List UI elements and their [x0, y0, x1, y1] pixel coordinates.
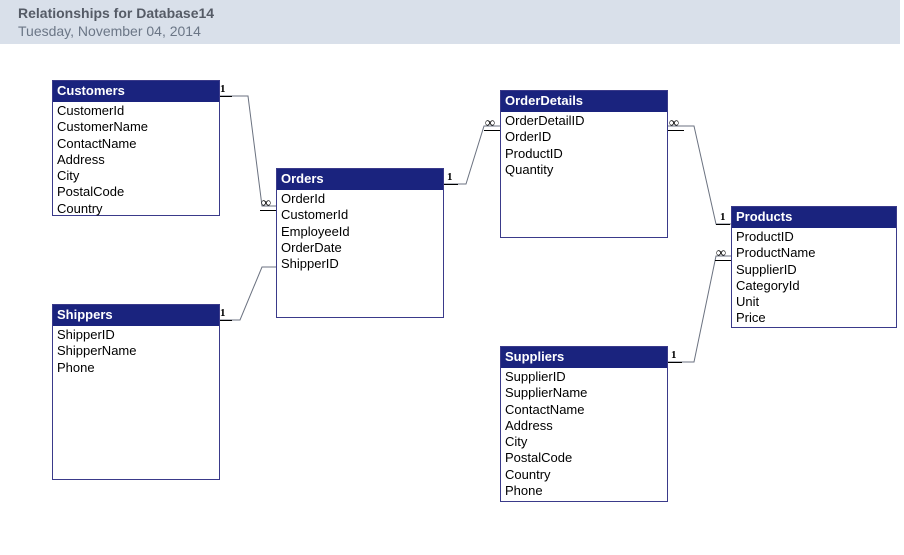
cardinality-many: ∞: [485, 117, 495, 131]
cardinality-one: 1: [447, 172, 453, 183]
page-title: Relationships for Database14: [18, 4, 894, 22]
field-name: EmployeeId: [281, 224, 439, 240]
cardinality-underline: [715, 260, 731, 261]
cardinality-many: ∞: [261, 197, 271, 211]
table-title: Suppliers: [501, 347, 667, 368]
field-name: CustomerId: [57, 103, 215, 119]
table-fields: CustomerId CustomerName ContactName Addr…: [53, 102, 219, 219]
field-name: CustomerName: [57, 119, 215, 135]
cardinality-one: 1: [671, 350, 677, 361]
field-name: ContactName: [505, 402, 663, 418]
field-name: Country: [505, 467, 663, 483]
cardinality-underline: [484, 130, 500, 131]
field-name: Address: [57, 152, 215, 168]
field-name: Quantity: [505, 162, 663, 178]
cardinality-many: ∞: [669, 117, 679, 131]
table-title: Shippers: [53, 305, 219, 326]
field-name: Country: [57, 201, 215, 217]
cardinality-underline: [668, 130, 684, 131]
cardinality-underline: [668, 362, 682, 363]
cardinality-underline: [716, 224, 730, 225]
table-title: Customers: [53, 81, 219, 102]
diagram-canvas: Relationships for Database14 Tuesday, No…: [0, 0, 904, 555]
field-name: PostalCode: [57, 184, 215, 200]
table-fields: ShipperID ShipperName Phone: [53, 326, 219, 378]
table-fields: OrderDetailID OrderID ProductID Quantity: [501, 112, 667, 180]
field-name: ProductID: [736, 229, 892, 245]
field-name: OrderDate: [281, 240, 439, 256]
table-shippers[interactable]: Shippers ShipperID ShipperName Phone: [52, 304, 220, 480]
field-name: OrderId: [281, 191, 439, 207]
table-orderdetails[interactable]: OrderDetails OrderDetailID OrderID Produ…: [500, 90, 668, 238]
table-fields: ProductID ProductName SupplierID Categor…: [732, 228, 896, 329]
field-name: ProductName: [736, 245, 892, 261]
field-name: Phone: [57, 360, 215, 376]
table-fields: OrderId CustomerId EmployeeId OrderDate …: [277, 190, 443, 274]
field-name: Address: [505, 418, 663, 434]
field-name: ShipperName: [57, 343, 215, 359]
cardinality-underline: [218, 320, 232, 321]
field-name: CategoryId: [736, 278, 892, 294]
field-name: City: [505, 434, 663, 450]
cardinality-underline: [444, 184, 458, 185]
header-bar: Relationships for Database14 Tuesday, No…: [0, 0, 900, 44]
field-name: Phone: [505, 483, 663, 499]
field-name: Price: [736, 310, 892, 326]
cardinality-one: 1: [220, 308, 226, 319]
table-orders[interactable]: Orders OrderId CustomerId EmployeeId Ord…: [276, 168, 444, 318]
field-name: OrderID: [505, 129, 663, 145]
field-name: ShipperID: [281, 256, 439, 272]
field-name: Unit: [736, 294, 892, 310]
table-customers[interactable]: Customers CustomerId CustomerName Contac…: [52, 80, 220, 216]
field-name: ShipperID: [57, 327, 215, 343]
table-title: Products: [732, 207, 896, 228]
field-name: OrderDetailID: [505, 113, 663, 129]
page-date: Tuesday, November 04, 2014: [18, 22, 894, 40]
cardinality-one: 1: [220, 84, 226, 95]
table-suppliers[interactable]: Suppliers SupplierID SupplierName Contac…: [500, 346, 668, 502]
field-name: PostalCode: [505, 450, 663, 466]
field-name: CustomerId: [281, 207, 439, 223]
field-name: SupplierID: [505, 369, 663, 385]
cardinality-one: 1: [720, 212, 726, 223]
table-title: Orders: [277, 169, 443, 190]
table-title: OrderDetails: [501, 91, 667, 112]
field-name: SupplierName: [505, 385, 663, 401]
field-name: SupplierID: [736, 262, 892, 278]
field-name: ProductID: [505, 146, 663, 162]
field-name: City: [57, 168, 215, 184]
field-name: ContactName: [57, 136, 215, 152]
table-products[interactable]: Products ProductID ProductName SupplierI…: [731, 206, 897, 328]
cardinality-many: ∞: [716, 247, 726, 261]
table-fields: SupplierID SupplierName ContactName Addr…: [501, 368, 667, 501]
cardinality-underline: [218, 96, 232, 97]
cardinality-underline: [260, 210, 276, 211]
